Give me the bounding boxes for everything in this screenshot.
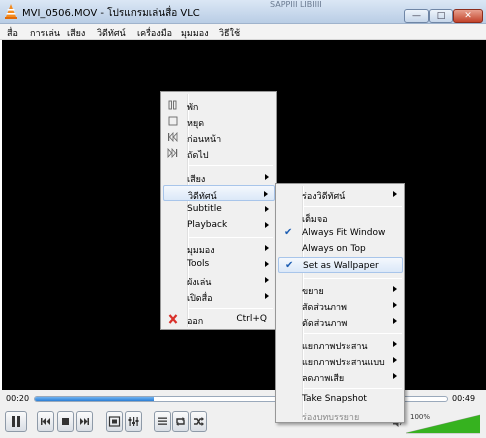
quit-icon (168, 314, 178, 324)
loop-icon (176, 417, 185, 426)
submenu-arrow-icon (393, 357, 397, 363)
stop-button[interactable] (57, 411, 74, 432)
menu-bar: สื่อ การเล่น เสียง วิดีทัศน์ เครื่องมือ … (0, 24, 486, 40)
maximize-button[interactable]: □ (429, 9, 453, 23)
menu-tools[interactable]: เครื่องมือ (137, 26, 172, 40)
checkmark-icon: ✔ (285, 260, 294, 271)
context-menu: พัก หยุด ก่อนหน้า ถัดไป เสียง วิดีทัศน์ … (160, 91, 277, 330)
menu-item-subtitle[interactable]: Subtitle (163, 201, 275, 217)
menu-item-pause[interactable]: พัก (163, 97, 275, 113)
submenu-arrow-icon (265, 277, 269, 283)
submenu-arrow-icon (265, 245, 269, 251)
submenu-arrow-icon (393, 318, 397, 324)
fullscreen-icon (108, 416, 121, 427)
menu-media[interactable]: สื่อ (7, 26, 18, 40)
next-icon (80, 418, 89, 425)
next-icon (167, 148, 178, 158)
menu-item-deinterlace[interactable]: แยกภาพประสาน (278, 336, 403, 352)
elapsed-time: 00:20 (6, 394, 30, 403)
submenu-arrow-icon (265, 261, 269, 267)
menu-item-deinterlace-mode[interactable]: แยกภาพประสานแบบ (278, 352, 403, 368)
menu-video[interactable]: วิดีทัศน์ (97, 26, 126, 40)
playlist-icon (158, 417, 167, 425)
menu-item-post-processing[interactable]: ลดภาพเสีย (278, 368, 403, 384)
title-bar[interactable]: MVI_0506.MOV - โปรแกรมเล่นสื่อ VLC SAPPI… (0, 0, 486, 24)
menu-item-open-media[interactable]: เปิดสื่อ (163, 288, 275, 304)
previous-icon (168, 132, 178, 142)
menu-item-playback[interactable]: Playback (163, 217, 275, 233)
checkmark-icon: ✔ (284, 227, 293, 238)
submenu-arrow-icon (264, 191, 268, 197)
menu-item-always-on-top[interactable]: Always on Top (278, 241, 403, 257)
controls-bar: 100% (0, 408, 486, 438)
submenu-arrow-icon (265, 206, 269, 212)
background-window-title: SAPPIII LIBIIII (270, 0, 322, 9)
pause-icon (168, 100, 177, 110)
extended-settings-button[interactable] (125, 411, 142, 432)
menu-view[interactable]: มุมมอง (181, 26, 209, 40)
menu-item-video[interactable]: วิดีทัศน์ (163, 185, 275, 202)
close-button[interactable]: ✕ (453, 9, 483, 23)
submenu-arrow-icon (393, 302, 397, 308)
submenu-arrow-icon (393, 373, 397, 379)
menu-item-take-snapshot[interactable]: Take Snapshot (278, 391, 403, 407)
pause-button[interactable] (5, 411, 27, 432)
stop-icon (168, 116, 178, 126)
seek-row: 00:20 00:49 (0, 390, 486, 408)
submenu-arrow-icon (393, 286, 397, 292)
submenu-arrow-icon (393, 191, 397, 197)
submenu-arrow-icon (265, 174, 269, 180)
vlc-window: MVI_0506.MOV - โปรแกรมเล่นสื่อ VLC SAPPI… (0, 0, 486, 438)
remaining-time[interactable]: 00:49 (452, 394, 475, 403)
loop-button[interactable] (172, 411, 189, 432)
menu-item-stop[interactable]: หยุด (163, 113, 275, 129)
shuffle-button[interactable] (190, 411, 207, 432)
submenu-arrow-icon (393, 341, 397, 347)
menu-item-crop[interactable]: ตัดส่วนภาพ (278, 313, 403, 329)
fullscreen-button[interactable] (106, 411, 123, 432)
menu-item-zoom[interactable]: ขยาย (278, 281, 403, 297)
menu-item-video-track[interactable]: ร่องวิดีทัศน์ (278, 186, 403, 202)
seek-progress (35, 397, 155, 401)
playlist-button[interactable] (154, 411, 171, 432)
quit-accelerator: Ctrl+Q (236, 314, 267, 324)
previous-icon (41, 418, 50, 425)
menu-item-always-fit-window[interactable]: ✔ Always Fit Window (278, 225, 403, 241)
menu-item-aspect-ratio[interactable]: สัดส่วนภาพ (278, 297, 403, 313)
menu-item-tools[interactable]: Tools (163, 256, 275, 272)
window-title: MVI_0506.MOV - โปรแกรมเล่นสื่อ VLC (22, 8, 200, 19)
previous-button[interactable] (37, 411, 54, 432)
stop-icon (62, 418, 69, 425)
menu-playback[interactable]: การเล่น (30, 26, 60, 40)
menu-item-fullscreen[interactable]: เต็มจอ (278, 209, 403, 225)
minimize-button[interactable]: — (404, 9, 429, 23)
submenu-arrow-icon (265, 222, 269, 228)
menu-item-quit[interactable]: ออก Ctrl+Q (163, 311, 275, 327)
menu-help[interactable]: วิธีใช้ (219, 26, 240, 40)
menu-item-playlist[interactable]: ผังเล่น (163, 272, 275, 288)
shuffle-icon (194, 417, 204, 426)
video-submenu: ร่องวิดีทัศน์ เต็มจอ ✔ Always Fit Window… (275, 183, 405, 423)
menu-item-previous[interactable]: ก่อนหน้า (163, 129, 275, 145)
next-button[interactable] (76, 411, 93, 432)
menu-item-view[interactable]: มุมมอง (163, 240, 275, 256)
menu-item-set-as-wallpaper[interactable]: ✔ Set as Wallpaper (278, 257, 403, 273)
menu-item-subtitle-track: ร่องบทบรรยาย (302, 413, 360, 423)
vlc-cone-icon (5, 4, 17, 19)
equalizer-icon (128, 417, 139, 426)
menu-item-next[interactable]: ถัดไป (163, 145, 275, 161)
submenu-arrow-icon (265, 293, 269, 299)
volume-label: 100% (410, 413, 431, 421)
menu-audio[interactable]: เสียง (67, 26, 85, 40)
menu-item-audio[interactable]: เสียง (163, 169, 275, 185)
pause-icon (12, 416, 20, 427)
